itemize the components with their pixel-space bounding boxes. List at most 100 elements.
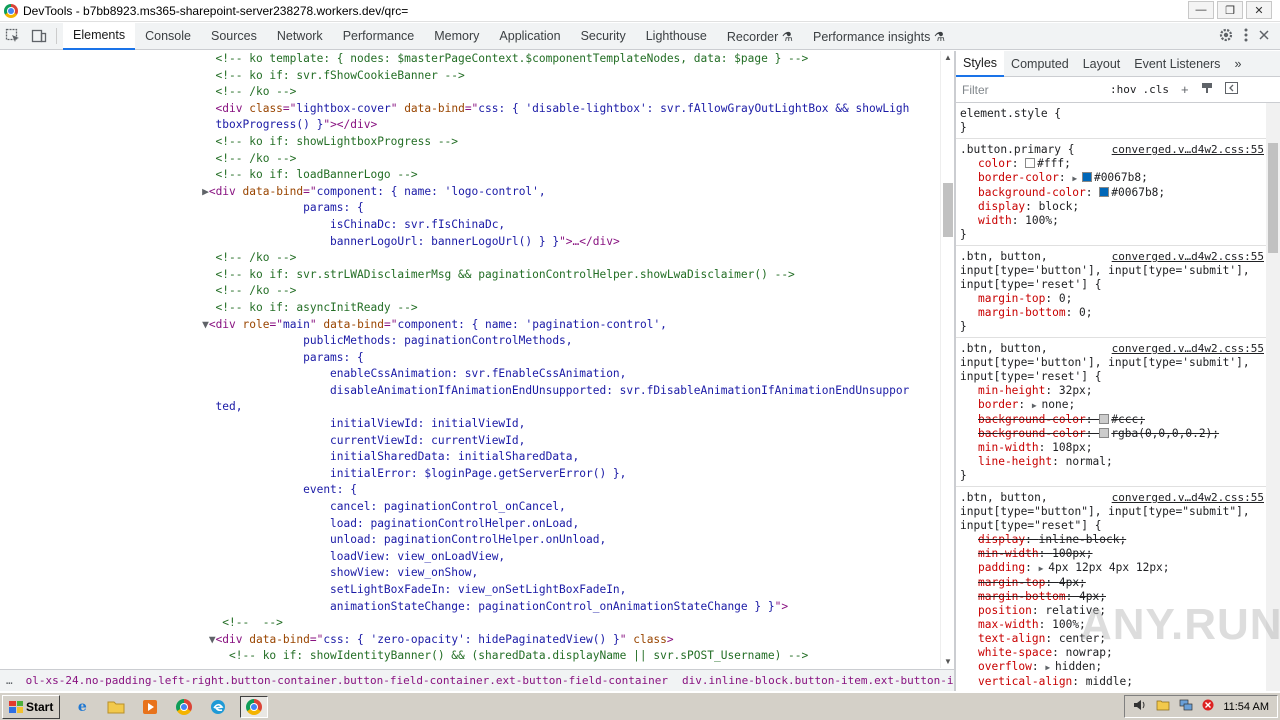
- elements-dom-tree[interactable]: <!-- ko template: { nodes: $masterPageCo…: [0, 51, 940, 668]
- tab-security[interactable]: Security: [571, 23, 636, 50]
- elements-scrollbar[interactable]: ▲ ▼: [940, 51, 954, 668]
- dom-node-line[interactable]: <!-- /ko -->: [0, 84, 940, 101]
- dom-node-line[interactable]: <!-- /ko -->: [0, 250, 940, 267]
- dom-node-line[interactable]: <!-- ko if: svr.strLWADisclaimerMsg && p…: [0, 267, 940, 284]
- css-property-value[interactable]: middle;: [1086, 675, 1133, 688]
- dom-node-line[interactable]: <!-- ko if: showIdentityBanner() && (sha…: [0, 648, 940, 665]
- dom-node-line[interactable]: <!-- /ko -->: [0, 283, 940, 300]
- css-declaration[interactable]: background-color: #0067b8;: [960, 186, 1276, 200]
- color-swatch[interactable]: [1099, 414, 1110, 424]
- edge-icon[interactable]: [206, 696, 230, 718]
- css-property-name[interactable]: min-height: [978, 384, 1045, 397]
- scroll-down-arrow-icon[interactable]: ▼: [941, 657, 955, 666]
- scroll-up-arrow-icon[interactable]: ▲: [941, 53, 955, 62]
- css-declaration[interactable]: border: ▶ none;: [960, 398, 1276, 413]
- css-property-name[interactable]: vertical-align: [978, 675, 1072, 688]
- css-source-link[interactable]: converged.v…d4w2.css:55: [1112, 143, 1264, 157]
- dom-node-line[interactable]: load: paginationControlHelper.onLoad,: [0, 516, 940, 533]
- tab-application[interactable]: Application: [489, 23, 570, 50]
- css-property-name[interactable]: max-width: [978, 618, 1039, 631]
- css-declaration[interactable]: padding: ▶ 4px 12px 4px 12px;: [960, 561, 1276, 576]
- folder-tray-icon[interactable]: [1156, 699, 1170, 714]
- css-property-name[interactable]: display: [978, 200, 1025, 213]
- css-declaration[interactable]: border-color: ▶ #0067b8;: [960, 171, 1276, 186]
- css-property-name[interactable]: width: [978, 214, 1012, 227]
- tab-memory[interactable]: Memory: [424, 23, 489, 50]
- color-swatch[interactable]: [1099, 428, 1110, 438]
- css-property-name[interactable]: display: [978, 533, 1025, 546]
- volume-icon[interactable]: [1133, 699, 1147, 714]
- security-alert-icon[interactable]: [1202, 699, 1214, 714]
- device-toolbar-icon[interactable]: [26, 23, 52, 49]
- css-property-value[interactable]: 4px;: [1059, 576, 1086, 589]
- tab-lighthouse[interactable]: Lighthouse: [636, 23, 717, 50]
- tab-recorder[interactable]: Recorder ⚗: [717, 23, 803, 50]
- css-property-name[interactable]: background-color: [978, 427, 1086, 440]
- restore-button[interactable]: ❐: [1217, 1, 1243, 19]
- css-property-name[interactable]: background-color: [978, 186, 1086, 199]
- dom-node-line[interactable]: bannerLogoUrl: bannerLogoUrl() } }">…</d…: [0, 234, 940, 251]
- paint-brush-icon[interactable]: [1201, 82, 1213, 97]
- css-declaration[interactable]: margin-top: 4px;: [960, 576, 1276, 590]
- css-property-name[interactable]: color: [978, 157, 1012, 170]
- breadcrumb-overflow[interactable]: …: [0, 674, 19, 687]
- dom-node-line[interactable]: setLightBoxFadeIn: view_onSetLightBoxFad…: [0, 582, 940, 599]
- css-property-value[interactable]: normal;: [1066, 455, 1113, 468]
- new-rule-plus-icon[interactable]: +: [1181, 82, 1189, 97]
- css-property-name[interactable]: margin-top: [978, 292, 1045, 305]
- class-toggle[interactable]: .cls: [1143, 83, 1170, 96]
- css-selector[interactable]: element.style {: [960, 107, 1276, 121]
- dom-node-line[interactable]: params: {: [0, 350, 940, 367]
- dom-node-line[interactable]: <!-- ko template: { nodes: $masterPageCo…: [0, 51, 940, 68]
- css-property-value[interactable]: #0067b8;: [1111, 186, 1165, 199]
- css-property-name[interactable]: background-color: [978, 413, 1086, 426]
- css-property-value[interactable]: 100px;: [1052, 547, 1092, 560]
- css-declaration[interactable]: min-width: 100px;: [960, 547, 1276, 561]
- dom-node-line[interactable]: ted,: [0, 399, 940, 416]
- styles-subtab-layout[interactable]: Layout: [1076, 51, 1128, 77]
- dom-node-line[interactable]: initialSharedData: initialSharedData,: [0, 449, 940, 466]
- expand-arrow-icon[interactable]: ▶: [1072, 174, 1082, 183]
- css-property-value[interactable]: rgba(0,0,0,0.2);: [1111, 427, 1219, 440]
- css-property-name[interactable]: margin-top: [978, 576, 1045, 589]
- dom-node-line[interactable]: disableAnimationIfAnimationEndUnsupporte…: [0, 383, 940, 400]
- breadcrumb-item[interactable]: ol-xs-24.no-padding-left-right.button-co…: [19, 674, 675, 687]
- css-property-value[interactable]: 32px;: [1059, 384, 1093, 397]
- css-property-name[interactable]: text-align: [978, 632, 1045, 645]
- css-property-name[interactable]: border: [978, 398, 1018, 411]
- css-source-link[interactable]: converged.v…d4w2.css:55: [1112, 491, 1264, 505]
- dom-node-line[interactable]: <!-- ko if: asyncInitReady -->: [0, 300, 940, 317]
- close-button[interactable]: ✕: [1246, 1, 1272, 19]
- css-property-name[interactable]: position: [978, 604, 1032, 617]
- css-property-name[interactable]: white-space: [978, 646, 1052, 659]
- css-property-value[interactable]: 0;: [1079, 306, 1092, 319]
- dom-node-line[interactable]: event: {: [0, 482, 940, 499]
- css-declaration[interactable]: line-height: normal;: [960, 455, 1276, 469]
- css-property-name[interactable]: line-height: [978, 455, 1052, 468]
- css-declaration[interactable]: overflow: ▶ hidden;: [960, 660, 1276, 675]
- css-declaration[interactable]: width: 100%;: [960, 214, 1276, 228]
- network-icon[interactable]: [1179, 699, 1193, 714]
- css-property-value[interactable]: inline-block;: [1039, 533, 1127, 546]
- more-options-icon[interactable]: [1244, 28, 1248, 45]
- scrollbar-thumb[interactable]: [1268, 143, 1278, 253]
- css-declaration[interactable]: margin-top: 0;: [960, 292, 1276, 306]
- dom-node-line[interactable]: publicMethods: paginationControlMethods,: [0, 333, 940, 350]
- dom-node-line[interactable]: <!-- ko if: showLightboxProgress -->: [0, 134, 940, 151]
- start-button[interactable]: Start: [2, 694, 61, 719]
- dom-node-line[interactable]: params: {: [0, 200, 940, 217]
- css-declaration[interactable]: background-color: #ccc;: [960, 413, 1276, 427]
- dom-node-line[interactable]: isChinaDc: svr.fIsChinaDc,: [0, 217, 940, 234]
- css-declaration[interactable]: display: inline-block;: [960, 533, 1276, 547]
- css-declaration[interactable]: min-width: 108px;: [960, 441, 1276, 455]
- css-property-value[interactable]: 0;: [1059, 292, 1072, 305]
- tab-performance-insights[interactable]: Performance insights ⚗: [803, 23, 955, 50]
- css-property-name[interactable]: min-width: [978, 441, 1039, 454]
- media-player-icon[interactable]: [138, 696, 162, 718]
- dom-node-line[interactable]: currentViewId: currentViewId,: [0, 433, 940, 450]
- color-swatch[interactable]: [1081, 172, 1092, 182]
- css-property-name[interactable]: padding: [978, 561, 1025, 574]
- collapse-triangle-icon[interactable]: ▼: [202, 318, 209, 331]
- styles-subtab-event-listeners[interactable]: Event Listeners: [1127, 51, 1227, 77]
- chrome-active-window-icon[interactable]: [240, 695, 269, 718]
